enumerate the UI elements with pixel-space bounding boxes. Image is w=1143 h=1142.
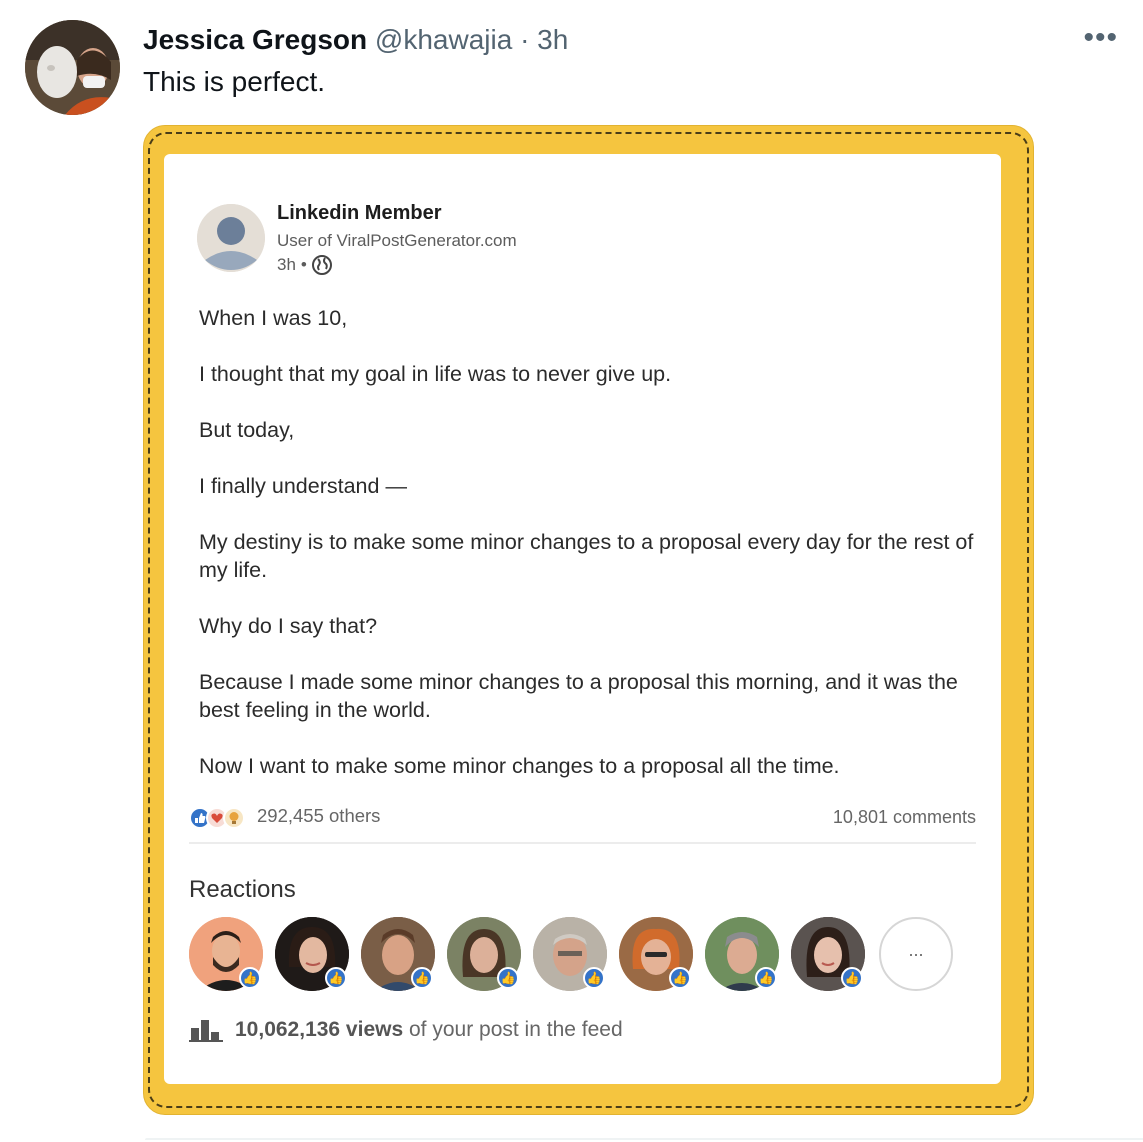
post-meta: 3h •	[277, 255, 332, 275]
like-icon: 👍	[669, 967, 691, 989]
reactors-row: 👍 👍 👍 👍 👍 👍 👍 👍 ...	[189, 917, 979, 997]
post-paragraph: I thought that my goal in life was to ne…	[199, 362, 672, 386]
post-author-name: Linkedin Member	[277, 202, 442, 224]
post-paragraph: When I was 10,	[199, 306, 348, 330]
next-tweet-divider	[145, 1138, 1143, 1140]
tweet-text: This is perfect.	[143, 66, 326, 97]
post-author-subtitle: User of ViralPostGenerator.com	[277, 231, 517, 250]
like-icon: 👍	[583, 967, 605, 989]
post-paragraph: Because I made some minor changes to a p…	[199, 670, 958, 722]
more-reactors-button[interactable]: ...	[879, 917, 953, 991]
post-paragraph: My destiny is to make some minor changes…	[199, 530, 974, 582]
divider	[189, 842, 976, 844]
tweet-timestamp[interactable]: 3h	[537, 24, 568, 55]
views-count: 10,062,136 views	[235, 1018, 404, 1041]
like-icon: 👍	[841, 967, 863, 989]
more-options-icon[interactable]: •••	[1083, 23, 1118, 53]
like-icon: 👍	[497, 967, 519, 989]
post-paragraph: Now I want to make some minor changes to…	[199, 754, 840, 778]
comments-count[interactable]: 10,801 comments	[833, 807, 976, 828]
default-avatar-icon	[197, 204, 265, 272]
tweet-media-image[interactable]: Linkedin Member User of ViralPostGenerat…	[143, 125, 1034, 1115]
post-paragraph: I finally understand —	[199, 474, 407, 498]
like-icon: 👍	[325, 967, 347, 989]
tweet-header: Jessica Gregson @khawajia · 3h	[143, 22, 568, 58]
like-icon: 👍	[239, 967, 261, 989]
like-icon: 👍	[755, 967, 777, 989]
post-body: When I was 10, I thought that my goal in…	[199, 304, 979, 808]
avatar-photo	[25, 20, 120, 115]
linkedin-post-card: Linkedin Member User of ViralPostGenerat…	[164, 154, 1001, 1084]
post-time: 3h	[277, 255, 296, 274]
reactions-heading: Reactions	[189, 876, 296, 903]
bar-chart-icon	[189, 1020, 223, 1042]
reaction-icons	[189, 807, 245, 829]
tweet-author-avatar[interactable]	[25, 20, 120, 115]
views-summary: 10,062,136 views of your post in the fee…	[189, 1018, 623, 1042]
post-paragraph: Why do I say that?	[199, 614, 378, 638]
tweet-author-handle[interactable]: @khawajia	[375, 24, 512, 55]
reactions-count[interactable]: 292,455 others	[257, 805, 380, 827]
views-suffix: of your post in the feed	[409, 1018, 623, 1041]
meta-separator: •	[300, 255, 307, 274]
post-stats-bar: 292,455 others 10,801 comments	[189, 802, 976, 842]
tweet-separator: ·	[520, 24, 530, 55]
globe-icon	[311, 255, 332, 275]
post-paragraph: But today,	[199, 418, 295, 442]
like-icon: 👍	[411, 967, 433, 989]
tweet-author-name[interactable]: Jessica Gregson	[143, 24, 367, 55]
